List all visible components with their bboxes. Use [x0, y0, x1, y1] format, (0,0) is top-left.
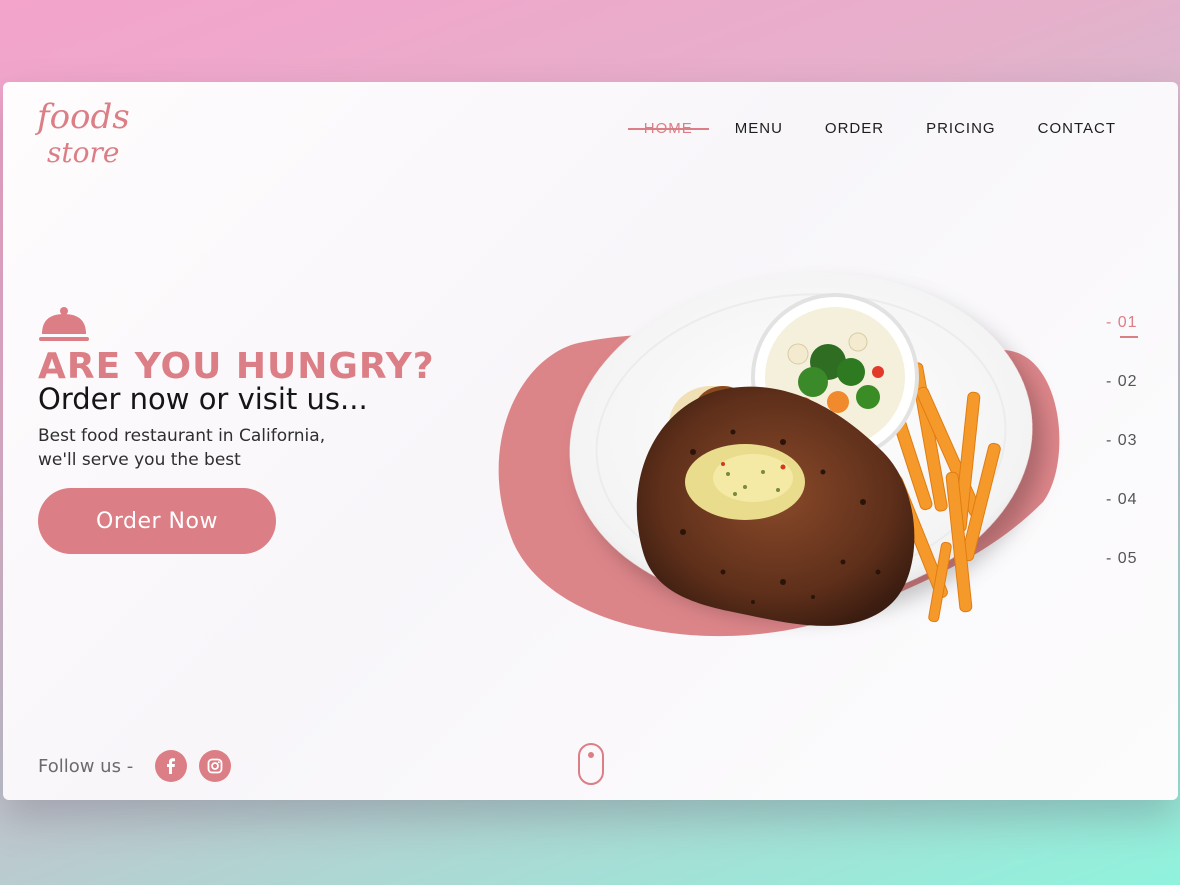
facebook-icon[interactable]	[155, 750, 188, 782]
page-card: foods store HOME MENU ORDER PRICING CONT…	[3, 82, 1178, 800]
nav-home[interactable]: HOME	[627, 120, 709, 137]
nav-contact[interactable]: CONTACT	[1038, 120, 1116, 137]
order-now-button[interactable]: Order Now	[38, 488, 276, 554]
cloche-icon	[39, 307, 89, 341]
pager-item-02[interactable]: - 02	[1106, 373, 1138, 432]
pager-item-05[interactable]: - 05	[1106, 550, 1138, 609]
nav-menu[interactable]: MENU	[735, 120, 783, 137]
nav-order[interactable]: ORDER	[825, 120, 884, 137]
hero-headline: ARE YOU HUNGRY?	[38, 346, 435, 387]
pager-item-03[interactable]: - 03	[1106, 432, 1138, 491]
hero-description: Best food restaurant in California, we'l…	[38, 424, 398, 472]
pager-item-04[interactable]: - 04	[1106, 491, 1138, 550]
instagram-icon[interactable]	[199, 750, 232, 782]
brand-logo[interactable]: foods store	[33, 90, 153, 170]
main-nav: HOME MENU ORDER PRICING CONTACT	[602, 120, 1116, 137]
hero-description-line1: Best food restaurant in California,	[38, 426, 326, 446]
follow-us: Follow us -	[38, 750, 232, 782]
pager-item-01[interactable]: - 01	[1106, 314, 1138, 373]
hero-subhead: Order now or visit us...	[38, 382, 368, 416]
follow-label: Follow us -	[38, 755, 134, 777]
mouse-scroll-icon[interactable]	[578, 743, 604, 785]
brand-line1: foods	[34, 97, 130, 137]
brand-line2: store	[47, 136, 119, 169]
nav-pricing[interactable]: PRICING	[926, 120, 996, 137]
hero-description-line2: we'll serve you the best	[38, 450, 241, 470]
steak-plate-image	[498, 273, 1060, 637]
slide-pager: - 01 - 02 - 03 - 04 - 05	[1106, 314, 1138, 609]
